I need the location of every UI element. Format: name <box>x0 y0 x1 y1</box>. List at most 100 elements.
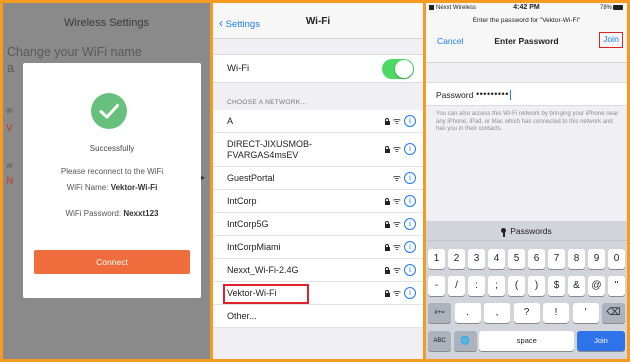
clock: 4:42 PM <box>513 4 540 11</box>
wifi-password-value: Nexxt123 <box>123 209 159 218</box>
background-value: V <box>6 123 13 134</box>
navigation-bar: ‹ Settings Wi-Fi <box>213 3 423 39</box>
wifi-signal-icon: ᯤ <box>392 219 401 229</box>
info-icon[interactable]: i <box>404 172 416 184</box>
key[interactable]: ) <box>528 276 545 296</box>
space-key[interactable]: space <box>479 331 575 351</box>
keyboard-row-numbers: 1 2 3 4 5 6 7 8 9 0 <box>426 249 627 269</box>
wifi-password-line: WiFi Password: Nexxt123 <box>23 209 201 218</box>
key[interactable]: ? <box>513 303 540 323</box>
key[interactable]: - <box>428 276 445 296</box>
network-row-intcorpmiami[interactable]: IntCorpMiami ᯤi <box>213 236 423 259</box>
wifi-toggle-row: Wi-Fi <box>213 54 423 83</box>
lock-icon <box>384 197 390 205</box>
key[interactable]: 5 <box>508 249 525 269</box>
globe-icon[interactable]: 🌐 <box>453 331 477 351</box>
wifi-signal-icon: ᯤ <box>392 288 401 298</box>
key[interactable]: $ <box>548 276 565 296</box>
network-row-direct[interactable]: DIRECT-JIXUSMOB- FVARGAS4msEV ᯤi <box>213 133 423 167</box>
wifi-name-label: WiFi Name: <box>66 183 111 192</box>
network-row-guestportal[interactable]: GuestPortal ᯤi <box>213 167 423 190</box>
info-icon[interactable]: i <box>404 115 416 127</box>
join-button[interactable]: Join <box>599 32 623 48</box>
battery-icon <box>613 5 623 10</box>
key[interactable]: , <box>484 303 510 323</box>
network-row-intcorp[interactable]: IntCorp ᯤi <box>213 190 423 213</box>
network-list: A ᯤi DIRECT-JIXUSMOB- FVARGAS4msEV ᯤi Gue… <box>213 110 423 328</box>
network-row-other[interactable]: Other... <box>213 305 423 328</box>
network-name-line1: DIRECT-JIXUSMOB- <box>227 139 313 149</box>
network-name: DIRECT-JIXUSMOB- FVARGAS4msEV <box>227 139 312 161</box>
choose-network-header: CHOOSE A NETWORK... <box>227 99 307 106</box>
passwords-bar[interactable]: Passwords <box>426 221 627 241</box>
info-icon[interactable]: i <box>404 264 416 276</box>
wifi-signal-icon: ᯤ <box>392 173 401 183</box>
password-prompt: Enter the password for "Vektor-Wi-Fi" <box>472 17 581 24</box>
network-name: GuestPortal <box>227 173 275 183</box>
text-cursor <box>509 89 511 100</box>
network-name: Other... <box>227 311 257 321</box>
network-row-a[interactable]: A ᯤi <box>213 110 423 133</box>
backspace-icon[interactable]: ⌫ <box>602 303 625 323</box>
network-row-vektor[interactable]: Vektor-Wi-Fi ᯤi <box>213 282 423 305</box>
network-row-nexxt[interactable]: Nexxt_Wi-Fi-2.4G ᯤi <box>213 259 423 282</box>
wifi-toggle[interactable] <box>382 59 414 79</box>
enter-password-title: Enter Password <box>494 36 559 46</box>
key[interactable]: 4 <box>488 249 505 269</box>
network-name: Vektor-Wi-Fi <box>227 288 277 298</box>
network-row-intcorp5g[interactable]: IntCorp5G ᯤi <box>213 213 423 236</box>
password-input[interactable]: ••••••••• <box>476 89 511 100</box>
key[interactable]: ! <box>543 303 569 323</box>
password-field-row[interactable]: Password ••••••••• <box>426 82 627 106</box>
key[interactable]: 2 <box>448 249 465 269</box>
password-label: Password <box>436 90 474 100</box>
success-message: Successfully <box>89 144 135 153</box>
key[interactable]: ; <box>488 276 505 296</box>
password-mask: ••••••••• <box>476 89 509 99</box>
wifi-name-value: Vektor-Wi-Fi <box>110 183 158 192</box>
background-text: a <box>7 61 14 75</box>
battery: 78% <box>600 5 623 11</box>
info-icon[interactable]: i <box>404 287 416 299</box>
key[interactable]: @ <box>588 276 605 296</box>
key[interactable]: 3 <box>468 249 485 269</box>
key[interactable]: : <box>468 276 485 296</box>
network-name-line2: FVARGAS4msEV <box>227 150 299 160</box>
key[interactable]: ( <box>508 276 525 296</box>
success-check-icon <box>91 93 127 129</box>
lock-icon <box>384 266 390 274</box>
keyboard-join-key[interactable]: Join <box>576 331 625 351</box>
key[interactable]: " <box>608 276 625 296</box>
wifi-signal-icon: ᯤ <box>392 144 401 154</box>
info-icon[interactable]: i <box>404 241 416 253</box>
info-icon[interactable]: i <box>404 218 416 230</box>
wifi-signal-icon: ᯤ <box>392 265 401 275</box>
wifi-password-label: WiFi Password: <box>65 209 124 218</box>
connect-button[interactable]: Connect <box>34 250 190 274</box>
key[interactable]: 6 <box>528 249 545 269</box>
key[interactable]: 7 <box>548 249 565 269</box>
key[interactable]: & <box>568 276 585 296</box>
key[interactable]: 0 <box>608 249 625 269</box>
chevron-right-icon: ▸ <box>201 173 206 182</box>
key[interactable]: / <box>448 276 465 296</box>
key[interactable]: 9 <box>588 249 605 269</box>
info-icon[interactable]: i <box>404 195 416 207</box>
wifi-signal-icon: ᯤ <box>392 196 401 206</box>
lock-icon <box>384 145 390 153</box>
key-icon <box>501 227 507 237</box>
info-icon[interactable]: i <box>404 143 416 155</box>
key[interactable]: 1 <box>428 249 445 269</box>
more-symbols-key[interactable]: #+= <box>428 303 451 323</box>
router-app-panel: Wireless Settings Change your WiFi name … <box>3 3 210 359</box>
key[interactable]: ' <box>572 303 599 323</box>
network-name: IntCorp <box>227 196 257 206</box>
password-nav-bar: Enter the password for "Vektor-Wi-Fi" Ca… <box>426 14 627 63</box>
keyboard-row-bottom: ABC 🌐 space Join <box>426 331 627 351</box>
key[interactable]: 8 <box>568 249 585 269</box>
wifi-signal-icon: ᯤ <box>392 242 401 252</box>
key[interactable]: . <box>454 303 481 323</box>
abc-key[interactable]: ABC <box>428 331 451 351</box>
background-heading: Change your WiFi name <box>7 45 142 59</box>
toggle-knob <box>395 60 413 78</box>
